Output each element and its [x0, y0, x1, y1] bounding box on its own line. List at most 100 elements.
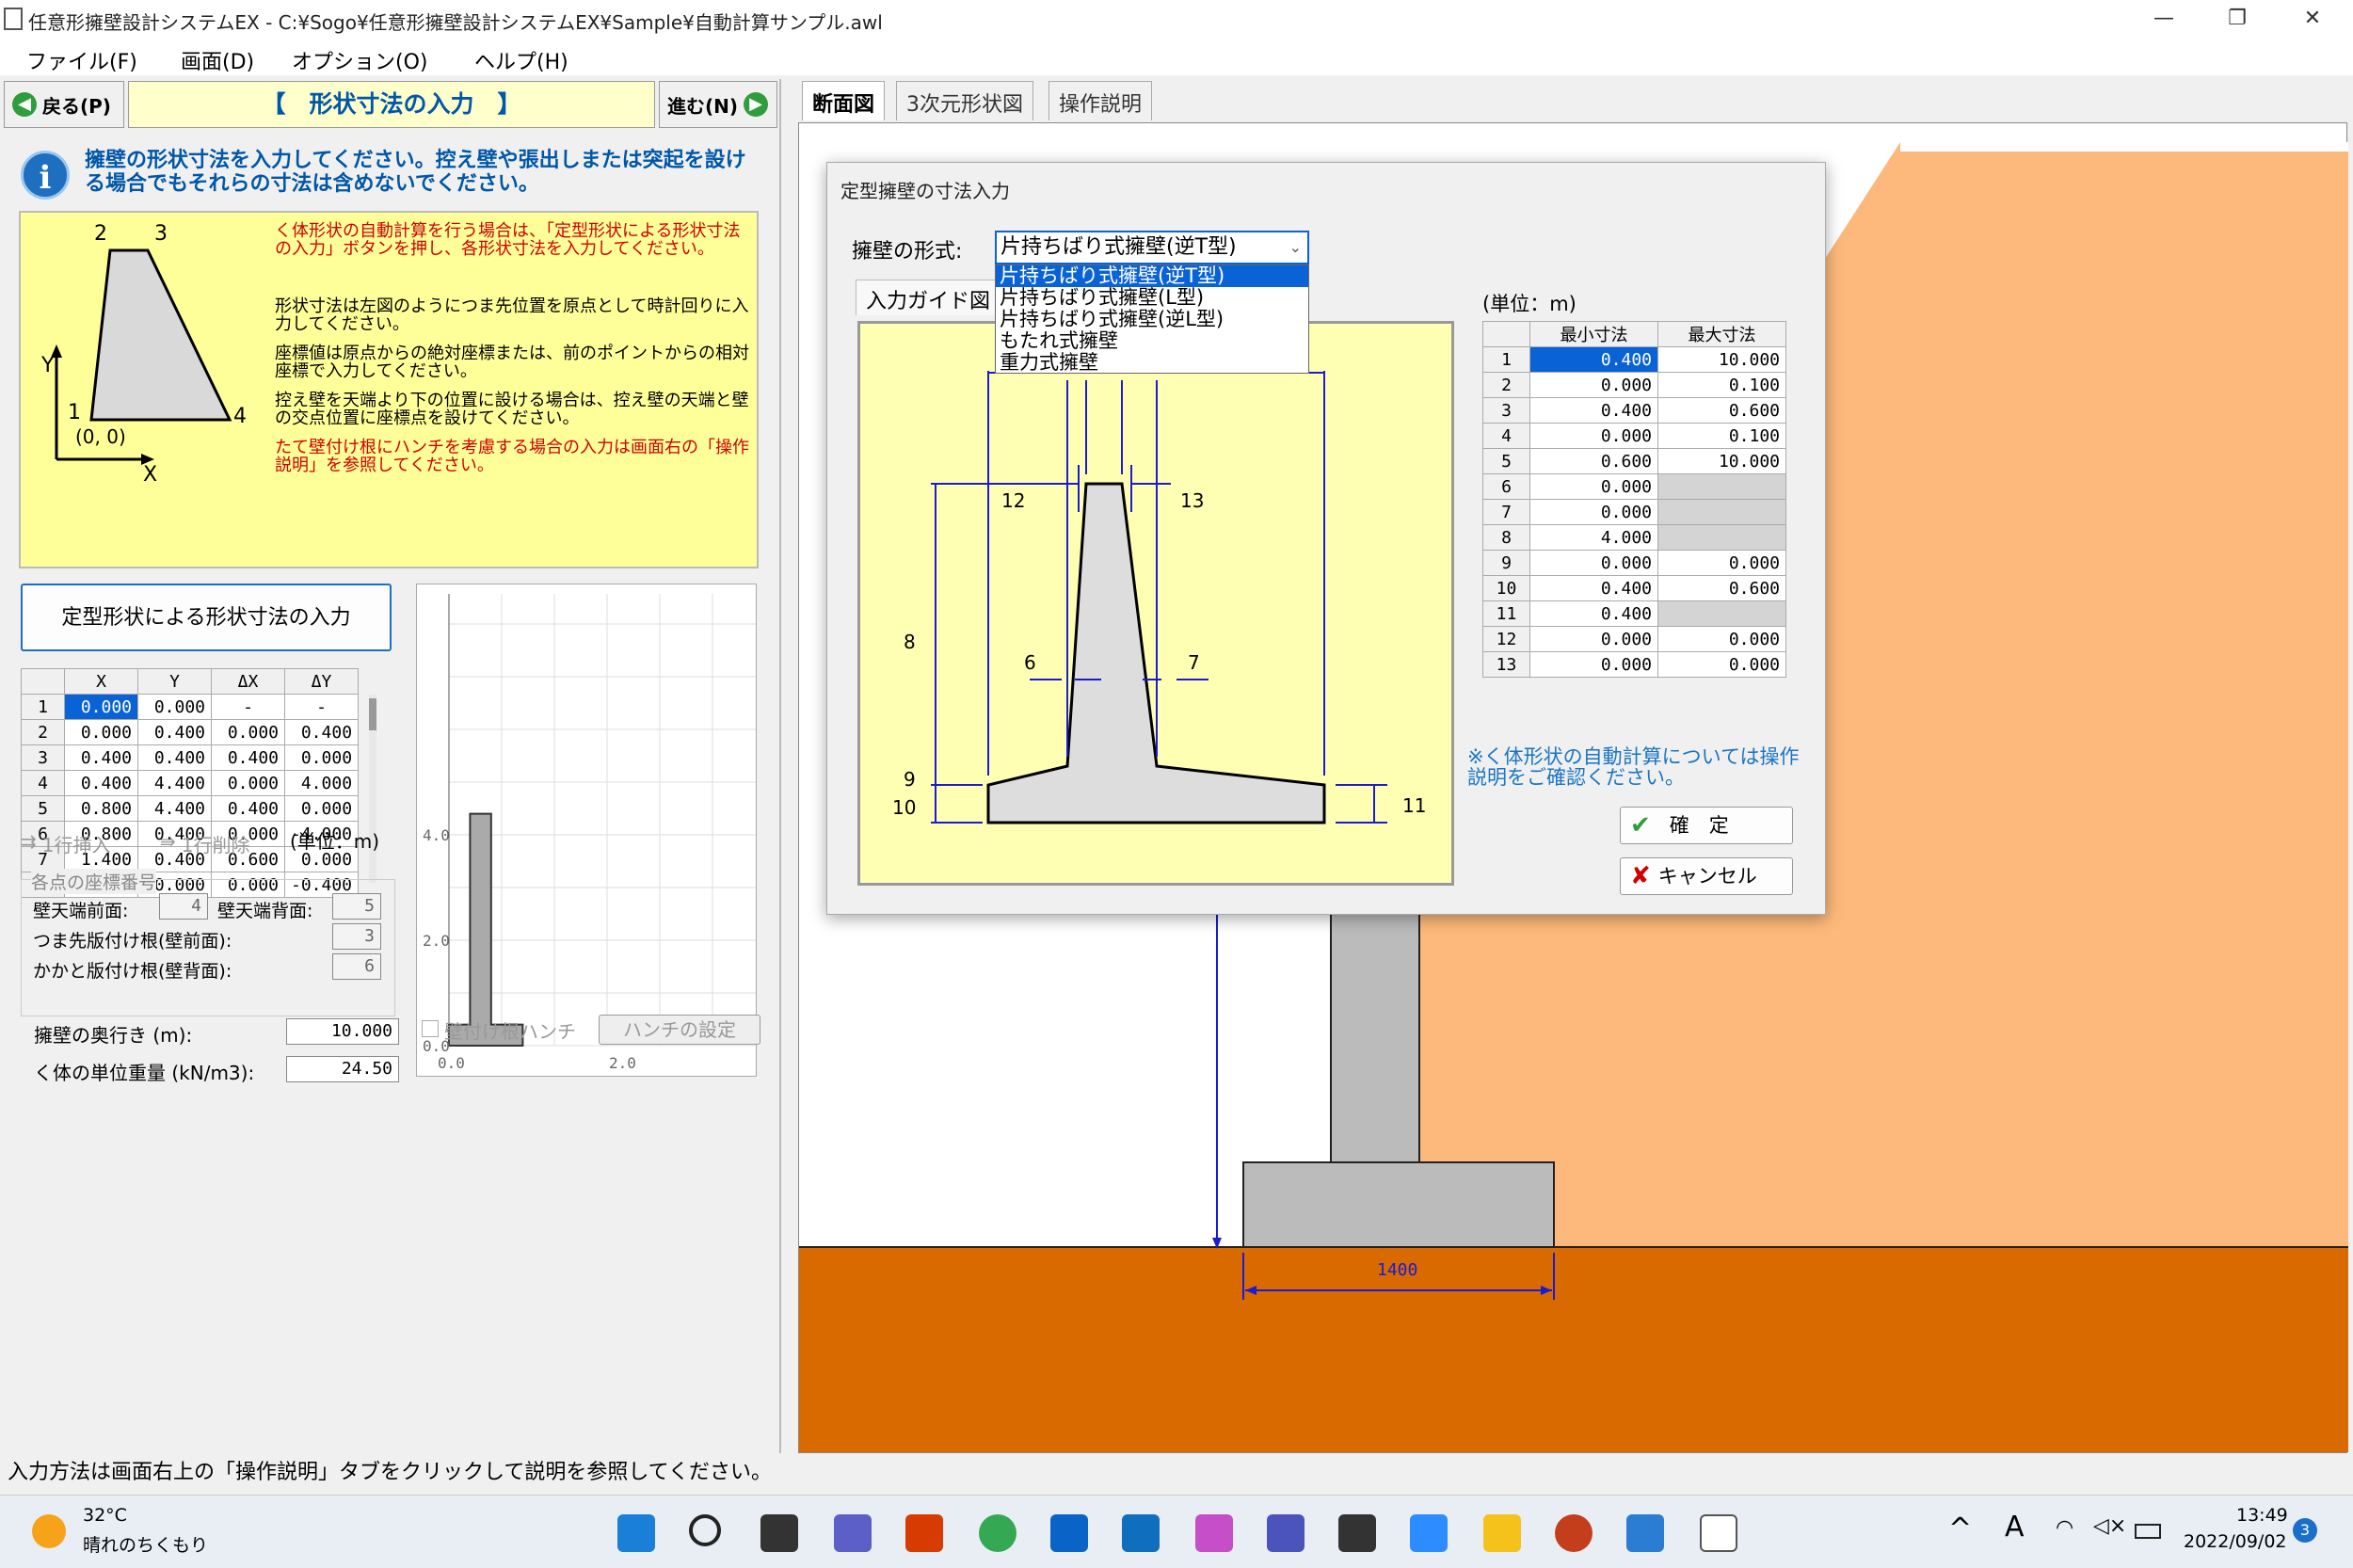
- clock-time[interactable]: 13:49: [2236, 1505, 2288, 1526]
- zoom-icon[interactable]: [1410, 1514, 1448, 1552]
- notepad-icon[interactable]: [1626, 1514, 1664, 1552]
- coord-cell[interactable]: 0.400: [64, 770, 138, 796]
- chrome-icon[interactable]: [979, 1514, 1016, 1552]
- coord-cell[interactable]: 4.400: [137, 770, 212, 796]
- chevron-up-icon[interactable]: ^: [1948, 1512, 1972, 1545]
- coord-cell[interactable]: 0.400: [137, 719, 212, 745]
- min-cell[interactable]: 0.600: [1529, 448, 1658, 474]
- toe-field[interactable]: 3: [332, 923, 381, 950]
- weight-input[interactable]: 24.50: [286, 1056, 399, 1082]
- explorer-icon[interactable]: [1483, 1514, 1521, 1552]
- wifi-icon[interactable]: ◠: [2056, 1516, 2073, 1540]
- coord-cell[interactable]: 0.400: [211, 795, 285, 822]
- min-cell[interactable]: 0.000: [1529, 423, 1658, 449]
- coord-cell[interactable]: -: [283, 694, 360, 720]
- max-cell[interactable]: [1657, 473, 1786, 500]
- office-icon[interactable]: [905, 1514, 943, 1552]
- max-cell[interactable]: 0.000: [1657, 550, 1786, 576]
- close-button[interactable]: ✕: [2280, 0, 2345, 40]
- start-icon[interactable]: [617, 1514, 655, 1552]
- coord-cell[interactable]: 0.400: [64, 744, 138, 771]
- retaining-wall-app-icon[interactable]: [1700, 1514, 1737, 1552]
- standard-shape-button[interactable]: 定型形状による形状寸法の入力: [21, 584, 392, 651]
- tab-help[interactable]: 操作説明: [1048, 81, 1153, 120]
- max-cell[interactable]: [1657, 600, 1786, 627]
- volume-icon[interactable]: ◁×: [2093, 1514, 2126, 1538]
- menu-options[interactable]: オプション(O): [288, 45, 431, 75]
- snipping-icon[interactable]: [1195, 1514, 1233, 1552]
- delete-row-button[interactable]: ⇛ 1行削除: [160, 830, 250, 857]
- tab-3d[interactable]: 3次元形状図: [896, 81, 1033, 120]
- guide-tab[interactable]: 入力ガイド図: [856, 280, 1006, 315]
- max-cell[interactable]: 0.600: [1657, 575, 1786, 601]
- max-cell[interactable]: 0.000: [1657, 626, 1786, 652]
- coord-cell[interactable]: 0.800: [64, 795, 138, 822]
- menu-help[interactable]: ヘルプ(H): [471, 45, 572, 75]
- back-top-field[interactable]: 5: [332, 893, 381, 920]
- outlook-icon[interactable]: [1050, 1514, 1088, 1552]
- coord-cell[interactable]: 4.000: [283, 770, 360, 796]
- min-cell[interactable]: 0.400: [1529, 600, 1658, 627]
- max-cell[interactable]: [1657, 499, 1786, 525]
- yammer-icon[interactable]: [1122, 1514, 1160, 1552]
- min-cell[interactable]: 0.000: [1529, 651, 1658, 678]
- front-top-field[interactable]: 4: [159, 893, 208, 920]
- next-button[interactable]: 進む(N) ▶: [659, 81, 777, 128]
- min-cell[interactable]: 0.000: [1529, 550, 1658, 576]
- coord-cell[interactable]: 0.400: [211, 744, 285, 771]
- max-cell[interactable]: 0.600: [1657, 397, 1786, 424]
- coord-scrollbar[interactable]: [369, 695, 376, 883]
- coord-cell[interactable]: 0.000: [211, 770, 285, 796]
- search-icon[interactable]: [689, 1514, 721, 1546]
- max-cell[interactable]: 0.100: [1657, 423, 1786, 449]
- coord-cell[interactable]: 0.400: [283, 719, 360, 745]
- heel-field[interactable]: 6: [332, 953, 381, 980]
- max-cell[interactable]: 10.000: [1657, 346, 1786, 373]
- insert-row-button[interactable]: ⇉ 1行挿入: [21, 830, 111, 857]
- option-gravity[interactable]: 重力式擁壁: [996, 352, 1308, 374]
- min-cell[interactable]: 0.400: [1529, 346, 1658, 373]
- min-cell[interactable]: 0.000: [1529, 372, 1658, 398]
- coord-cell[interactable]: 0.000: [283, 744, 360, 771]
- coord-cell[interactable]: 0.400: [137, 744, 212, 771]
- max-cell[interactable]: [1657, 524, 1786, 551]
- coord-cell[interactable]: -: [211, 694, 285, 720]
- min-cell[interactable]: 0.000: [1529, 626, 1658, 652]
- min-cell[interactable]: 0.000: [1529, 499, 1658, 525]
- max-cell[interactable]: 0.000: [1657, 651, 1786, 678]
- min-cell[interactable]: 0.400: [1529, 575, 1658, 601]
- option-leaning[interactable]: もたれ式擁壁: [996, 330, 1308, 352]
- haunch-checkbox[interactable]: [422, 1020, 439, 1037]
- back-button[interactable]: ◀ 戻る(P): [4, 81, 124, 128]
- min-cell[interactable]: 0.400: [1529, 397, 1658, 424]
- menu-display[interactable]: 画面(D): [177, 45, 258, 75]
- clock-date[interactable]: 2022/09/02: [2184, 1531, 2287, 1552]
- haunch-settings-button[interactable]: ハンチの設定: [599, 1015, 760, 1045]
- tab-section[interactable]: 断面図: [802, 81, 886, 120]
- notification-badge[interactable]: 3: [2293, 1518, 2317, 1543]
- option-inverted-t[interactable]: 片持ちばり式擁壁(逆T型): [996, 265, 1308, 287]
- menu-file[interactable]: ファイル(F): [23, 45, 141, 75]
- max-cell[interactable]: 0.100: [1657, 372, 1786, 398]
- depth-input[interactable]: 10.000: [286, 1018, 399, 1045]
- min-cell[interactable]: 4.000: [1529, 524, 1658, 551]
- ime-indicator[interactable]: A: [2005, 1511, 2025, 1544]
- minimize-button[interactable]: —: [2131, 0, 2197, 40]
- coord-cell[interactable]: 0.000: [64, 719, 138, 745]
- powerpoint-icon[interactable]: [1555, 1514, 1593, 1552]
- task-view-icon[interactable]: [760, 1514, 798, 1552]
- coord-cell[interactable]: 0.000: [211, 719, 285, 745]
- coord-cell[interactable]: 4.400: [137, 795, 212, 822]
- cancel-button[interactable]: ✘ キャンセル: [1620, 857, 1793, 895]
- coord-cell[interactable]: 0.000: [64, 694, 138, 720]
- coord-cell[interactable]: 0.000: [137, 694, 212, 720]
- option-inverted-l[interactable]: 片持ちばり式擁壁(逆L型): [996, 309, 1308, 330]
- coord-cell[interactable]: 0.000: [283, 795, 360, 822]
- sticky-notes-icon[interactable]: [1338, 1514, 1376, 1552]
- battery-icon[interactable]: [2135, 1524, 2161, 1539]
- teams-icon[interactable]: [1267, 1514, 1305, 1552]
- wall-type-select[interactable]: 片持ちばり式擁壁(逆T型) ⌄: [995, 231, 1309, 264]
- min-cell[interactable]: 0.000: [1529, 473, 1658, 500]
- chat-icon[interactable]: [834, 1514, 872, 1552]
- max-cell[interactable]: 10.000: [1657, 448, 1786, 474]
